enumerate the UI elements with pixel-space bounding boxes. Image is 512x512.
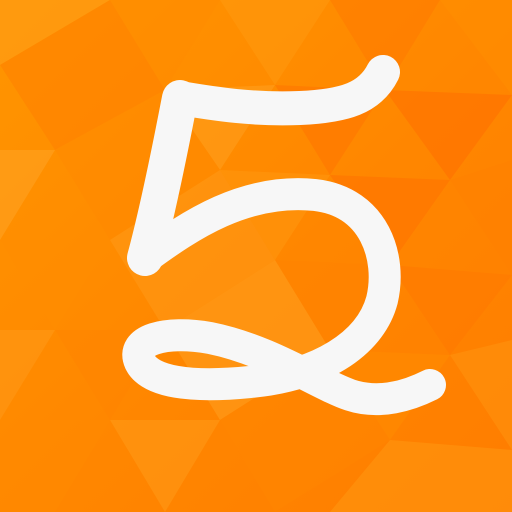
app-icon	[0, 0, 512, 512]
numeral-five-glyph	[122, 55, 446, 416]
